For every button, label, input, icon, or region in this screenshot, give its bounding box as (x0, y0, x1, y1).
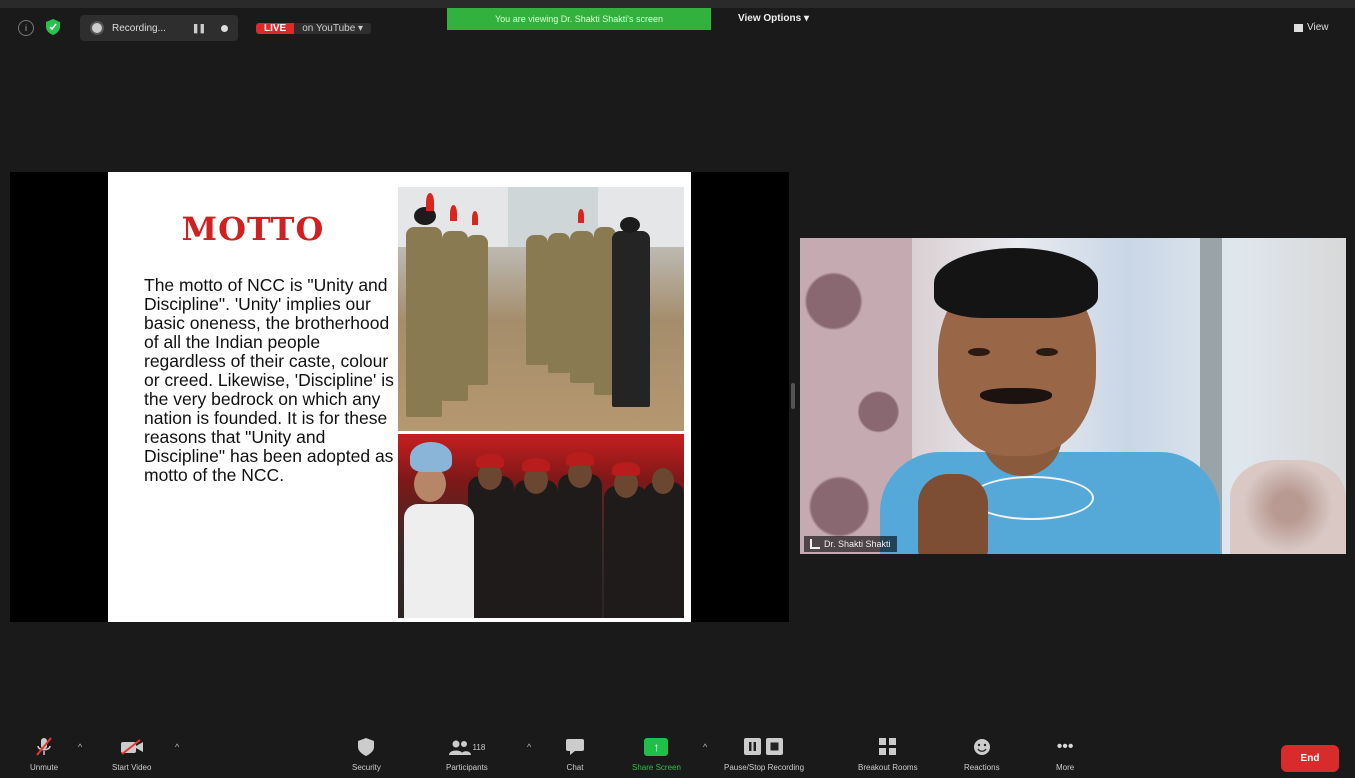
window-top-edge (0, 0, 1355, 8)
security-shield-icon (358, 736, 375, 758)
recording-indicator[interactable]: Recording... ❚❚ (80, 15, 239, 41)
participants-options-chevron-icon[interactable]: ^ (527, 742, 531, 752)
security-label: Security (352, 763, 381, 772)
video-off-icon (120, 736, 144, 758)
participants-count: 118 (472, 742, 486, 752)
pause-stop-recording-button[interactable]: Pause/Stop Recording (724, 736, 804, 772)
start-video-button[interactable]: Start Video (112, 736, 151, 772)
microphone-muted-icon (36, 736, 52, 758)
chat-label: Chat (566, 763, 584, 772)
unmute-label: Unmute (30, 763, 59, 772)
presentation-slide: MOTTO The motto of NCC is "Unity and Dis… (108, 172, 691, 622)
start-video-label: Start Video (112, 763, 152, 772)
participants-icon: 118 (448, 736, 486, 758)
pause-stop-recording-label: Pause/Stop Recording (724, 763, 805, 772)
background-pillow (1230, 460, 1346, 554)
end-meeting-button[interactable]: End (1281, 745, 1339, 772)
viewing-screen-banner: You are viewing Dr. Shakti Shakti's scre… (447, 8, 711, 30)
split-view-drag-handle[interactable] (791, 383, 795, 409)
stop-recording-icon[interactable] (221, 24, 229, 32)
reactions-label: Reactions (964, 763, 1000, 772)
meeting-top-bar: i Recording... ❚❚ LIVE on YouTube ▾ You … (0, 8, 1355, 48)
speaker-video-tile[interactable]: Dr. Shakti Shakti (800, 238, 1346, 554)
speaker-mustache (980, 388, 1052, 404)
view-layout-button[interactable]: View (1294, 22, 1329, 33)
security-button[interactable]: Security (352, 736, 381, 772)
breakout-rooms-button[interactable]: Breakout Rooms (858, 736, 918, 772)
recording-label: Recording... (112, 22, 166, 34)
speaker-left-eye (968, 348, 990, 356)
share-screen-icon-wrap: ↑ (644, 736, 669, 758)
cadets-parade-photo (398, 187, 684, 431)
share-options-chevron-icon[interactable]: ^ (703, 742, 707, 752)
participants-button[interactable]: 118 Participants (446, 736, 488, 772)
speaker-hand (918, 474, 988, 554)
slide-body-text: The motto of NCC is "Unity and Disciplin… (144, 275, 394, 485)
breakout-rooms-icon (878, 736, 897, 758)
shared-screen-area[interactable]: MOTTO The motto of NCC is "Unity and Dis… (10, 172, 789, 622)
reactions-button[interactable]: Reactions (964, 736, 1000, 772)
chat-button[interactable]: Chat (566, 736, 584, 772)
speaker-right-eye (1036, 348, 1058, 356)
speaker-hair (934, 248, 1098, 318)
participant-name-tag: Dr. Shakti Shakti (804, 536, 897, 552)
more-button[interactable]: ••• More (1056, 736, 1074, 772)
share-screen-label: Share Screen (632, 763, 681, 772)
pause-recording-icon[interactable]: ❚❚ (192, 23, 206, 34)
live-badge: LIVE (256, 22, 295, 34)
video-options-chevron-icon[interactable]: ^ (175, 742, 179, 752)
reactions-smiley-icon (973, 736, 991, 758)
encryption-shield-icon[interactable] (46, 19, 60, 35)
meeting-info-icon[interactable]: i (18, 20, 34, 36)
participants-label: Participants (446, 763, 488, 772)
more-dots-icon: ••• (1056, 738, 1074, 755)
share-screen-button[interactable]: ↑ Share Screen (632, 736, 681, 772)
participant-name: Dr. Shakti Shakti (824, 539, 891, 549)
grid-view-icon (1294, 23, 1303, 32)
recording-dot-icon (90, 21, 104, 35)
chat-bubble-icon (566, 736, 584, 758)
youtube-stream-dropdown[interactable]: on YouTube ▾ (294, 22, 372, 34)
audio-options-chevron-icon[interactable]: ^ (78, 742, 82, 752)
pause-stop-icons (744, 736, 784, 758)
live-stream-indicator[interactable]: LIVE on YouTube ▾ (256, 15, 372, 41)
cadets-with-leader-photo (398, 434, 684, 618)
view-label: View (1307, 22, 1329, 33)
more-label: More (1056, 763, 1075, 772)
earphone-wire (970, 476, 1094, 520)
share-screen-icon: ↑ (644, 738, 669, 756)
signal-strength-icon (810, 539, 820, 549)
view-options-dropdown[interactable]: View Options ▾ (738, 13, 809, 24)
unmute-button[interactable]: Unmute (30, 736, 58, 772)
breakout-rooms-label: Breakout Rooms (858, 763, 918, 772)
meeting-controls-toolbar: Unmute ^ Start Video ^ Security 118 Part… (0, 728, 1355, 778)
slide-title: MOTTO (181, 210, 325, 248)
zoom-meeting-window: i Recording... ❚❚ LIVE on YouTube ▾ You … (0, 0, 1355, 778)
